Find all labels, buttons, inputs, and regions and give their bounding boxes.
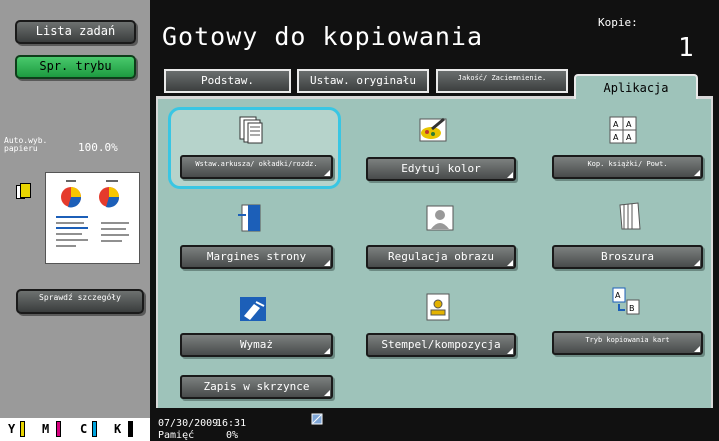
page-margin-button[interactable]: Margines strony [180, 245, 333, 269]
box-save-button[interactable]: Zapis w skrzynce [180, 375, 333, 399]
page-title: Gotowy do kopiowania [162, 22, 484, 51]
status-date: 07/30/2009 [158, 418, 219, 429]
toner-k-bar [128, 421, 133, 437]
check-mode-button[interactable]: Spr. trybu [15, 55, 136, 79]
left-panel: Lista zadań Spr. trybu Auto.wyb. papieru… [0, 0, 150, 441]
toner-y-label: Y [8, 422, 16, 436]
thumbnail-image [56, 180, 129, 247]
copies-label: Kopie: [598, 16, 638, 29]
booklet-button[interactable]: Broszura [552, 245, 703, 269]
brush-palette-icon [419, 117, 447, 142]
toner-y-bar [20, 421, 25, 437]
tab-basic[interactable]: Podstaw. [164, 69, 291, 93]
image-adjust-button[interactable]: Regulacja obrazu [366, 245, 516, 269]
card-copy-icon: A B [612, 287, 640, 315]
booklet-icon [619, 202, 641, 230]
card-copy-button[interactable]: Tryb kopiowania kart [552, 331, 703, 355]
tab-application[interactable]: Aplikacja [574, 74, 698, 100]
application-panel: A A A A Wstaw.arkusza/ okładki/rozdz. Ed… [156, 99, 713, 408]
erase-icon [240, 297, 266, 321]
svg-text:B: B [629, 304, 635, 313]
svg-text:A: A [626, 120, 632, 129]
svg-text:A: A [615, 291, 621, 300]
tray-icon [16, 183, 31, 199]
svg-text:A: A [613, 120, 619, 129]
check-details-button[interactable]: Sprawdź szczegóły [16, 289, 144, 314]
main-area: Gotowy do kopiowania Kopie: 1 Podstaw. U… [150, 0, 719, 441]
svg-text:A: A [626, 133, 632, 142]
sheet-cover-button[interactable]: Wstaw.arkusza/ okładki/rozdz. [180, 155, 333, 179]
status-bar: 07/30/2009 16:31 Pamięć 0% [150, 408, 719, 441]
status-time: 16:31 [216, 418, 247, 429]
toner-m-bar [56, 421, 61, 437]
book-copy-button[interactable]: Kop. książki/ Powt. [552, 155, 703, 179]
toner-k-label: K [114, 422, 122, 436]
edit-color-button[interactable]: Edytuj kolor [366, 157, 516, 181]
toner-indicator: Y M C K [0, 418, 150, 441]
stamp-button[interactable]: Stempel/kompozycja [366, 333, 516, 357]
memory-label: Pamięć [158, 430, 195, 441]
erase-button[interactable]: Wymaż [180, 333, 333, 357]
paper-info: Auto.wyb. papieru 100.0% [2, 137, 148, 157]
network-icon [311, 413, 323, 425]
stamp-icon [426, 293, 450, 321]
toner-c-bar [92, 421, 97, 437]
task-list-button[interactable]: Lista zadań [15, 20, 136, 44]
tab-original[interactable]: Ustaw. oryginału [297, 69, 429, 93]
image-adjust-icon [426, 205, 454, 231]
toner-c-label: C [80, 422, 88, 436]
margin-page-icon [238, 204, 261, 232]
toner-m-label: M [42, 422, 50, 436]
book-pages-icon: A A A A [609, 116, 637, 144]
svg-text:A: A [613, 133, 619, 142]
page-thumbnail [45, 172, 140, 264]
sheet-stack-icon [239, 116, 263, 144]
memory-value: 0% [226, 430, 239, 441]
paper-label: Auto.wyb. papieru [4, 136, 48, 153]
copies-value[interactable]: 1 [678, 33, 694, 63]
zoom-value: 100.0% [78, 141, 118, 154]
tab-quality[interactable]: Jakość/ Zaciemnienie. [436, 69, 568, 93]
